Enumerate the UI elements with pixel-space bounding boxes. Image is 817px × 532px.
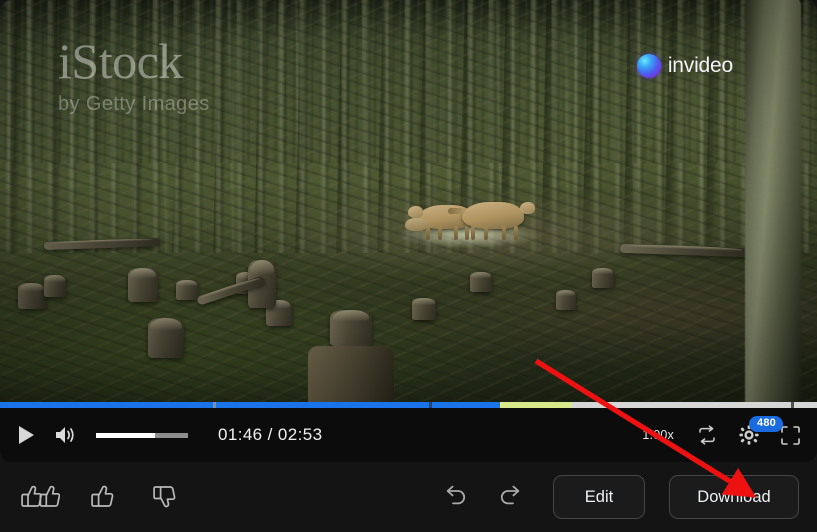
thumbs-down-button[interactable] xyxy=(150,480,186,514)
thumbs-up-icon xyxy=(91,485,114,507)
reaction-buttons xyxy=(18,480,186,514)
player-controls-right: 1.00x 480 xyxy=(640,416,803,448)
thumbs-down-icon xyxy=(153,486,176,508)
quality-badge: 480 xyxy=(749,416,783,432)
fullscreen-expand-icon xyxy=(781,425,800,445)
quality-settings-button[interactable]: 480 xyxy=(738,416,783,446)
foreground-tree-trunk xyxy=(745,0,801,408)
speaker-volume-icon xyxy=(56,427,74,443)
wolf-tail xyxy=(448,208,465,214)
wolf-front xyxy=(448,202,535,240)
undo-button[interactable] xyxy=(437,482,471,512)
wolf-leg xyxy=(484,226,488,240)
double-thumbs-up-button[interactable] xyxy=(18,480,62,514)
tree-stump xyxy=(412,298,436,320)
tree-stump xyxy=(176,280,198,300)
wolf-leg xyxy=(426,226,430,240)
playback-speed-button[interactable]: 1.00x xyxy=(640,426,676,444)
player-control-bar: 01:46 / 02:53 1.00x 480 xyxy=(0,408,817,462)
invideo-watermark: invideo xyxy=(636,54,733,78)
tree-stump xyxy=(44,275,66,297)
invideo-watermark-label: invideo xyxy=(667,54,733,77)
wolf-leg xyxy=(514,226,518,240)
wolf-head xyxy=(408,206,423,218)
redo-button[interactable] xyxy=(495,482,529,512)
invideo-logo-icon xyxy=(636,54,661,78)
tree-stump xyxy=(470,272,492,292)
wolf-leg xyxy=(471,226,475,240)
wolf-leg xyxy=(454,226,458,240)
loop-button[interactable] xyxy=(694,423,720,447)
play-icon xyxy=(19,426,34,444)
redo-arrow-icon xyxy=(500,485,520,505)
wolf-head xyxy=(520,202,535,214)
bottom-toolbar: Edit Download xyxy=(0,462,817,532)
volume-button[interactable] xyxy=(52,422,80,448)
volume-slider-fill xyxy=(96,432,155,438)
tree-stump xyxy=(330,310,372,346)
download-button[interactable]: Download xyxy=(669,475,799,519)
toolbar-actions: Edit Download xyxy=(437,475,799,519)
volume-slider[interactable] xyxy=(96,432,188,438)
wolf-leg xyxy=(465,226,469,240)
video-player[interactable]: iStock by Getty Images invideo 01:46 / 0… xyxy=(0,0,817,462)
tree-stump xyxy=(128,268,158,302)
wolf-pup xyxy=(405,218,427,231)
tree-stump xyxy=(148,318,184,358)
foreground-stump xyxy=(308,346,394,408)
tree-stump xyxy=(592,268,614,288)
play-button[interactable] xyxy=(14,422,38,448)
edit-button[interactable]: Edit xyxy=(553,475,645,519)
tree-stump xyxy=(18,283,46,309)
playback-speed-label: 1.00x xyxy=(642,428,674,442)
wolf-leg xyxy=(438,226,442,240)
wolf-leg xyxy=(502,226,506,240)
video-review-screen: iStock by Getty Images invideo 01:46 / 0… xyxy=(0,0,817,532)
tree-stump xyxy=(556,290,576,310)
double-thumbs-up-icon xyxy=(21,485,60,507)
loop-repeat-icon xyxy=(699,425,715,445)
player-controls-left: 01:46 / 02:53 xyxy=(14,422,322,448)
undo-arrow-icon xyxy=(446,485,466,505)
video-stage[interactable]: iStock by Getty Images invideo xyxy=(0,0,817,408)
thumbs-up-button[interactable] xyxy=(88,480,124,514)
time-display: 01:46 / 02:53 xyxy=(218,425,323,444)
